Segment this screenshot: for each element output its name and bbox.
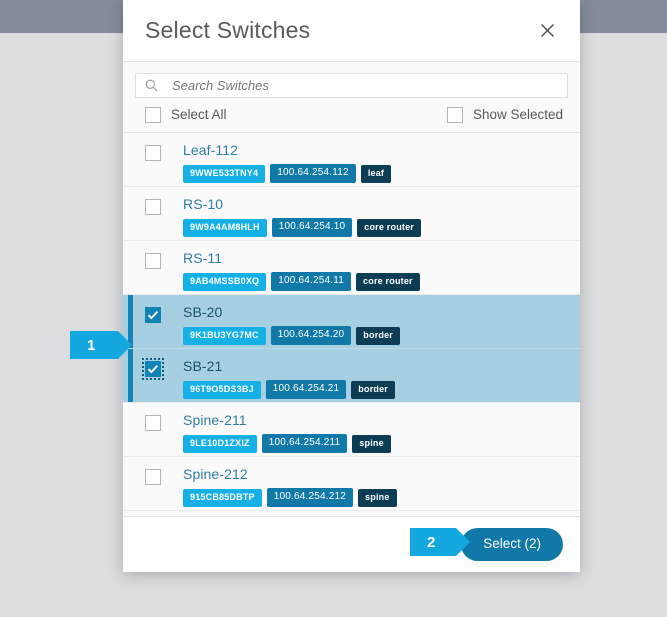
switch-info: Spine-212 915CB85DBTP 100.64.254.212 spi… [183, 466, 397, 507]
switch-name: SB-20 [183, 304, 223, 320]
switch-list-item[interactable]: RS-10 9W9A4AM8HLH 100.64.254.10 core rou… [123, 187, 580, 241]
dialog-header: Select Switches [123, 0, 580, 62]
switch-badges: 9WWE533TNY4 100.64.254.112 leaf [183, 164, 392, 183]
serial-badge: 915CB85DBTP [183, 488, 262, 507]
switch-name: RS-11 [183, 250, 223, 266]
switch-badges: 9W9A4AM8HLH 100.64.254.10 core router [183, 218, 421, 237]
select-all-label: Select All [171, 107, 227, 123]
ip-badge: 100.64.254.112 [270, 164, 356, 183]
switch-info: RS-10 9W9A4AM8HLH 100.64.254.10 core rou… [183, 196, 421, 237]
search-input[interactable] [159, 73, 559, 98]
switch-info: Leaf-112 9WWE533TNY4 100.64.254.112 leaf [183, 142, 392, 183]
select-switches-dialog: Select Switches Select All Show [123, 0, 580, 572]
switch-badges: 96T9O5DS3BJ 100.64.254.21 border [183, 380, 395, 399]
switch-checkbox[interactable] [145, 469, 161, 485]
role-badge: border [356, 326, 400, 345]
serial-badge: 9AB4MSSB0XQ [183, 272, 267, 291]
switch-list-item[interactable]: Spine-212 915CB85DBTP 100.64.254.212 spi… [123, 457, 580, 511]
switch-list[interactable]: Leaf-112 9WWE533TNY4 100.64.254.112 leaf… [123, 133, 580, 516]
serial-badge: 9W9A4AM8HLH [183, 218, 267, 237]
ip-badge: 100.64.254.11 [271, 272, 352, 291]
switch-list-item[interactable]: RS-11 9AB4MSSB0XQ 100.64.254.11 core rou… [123, 241, 580, 295]
switch-badges: 9AB4MSSB0XQ 100.64.254.11 core router [183, 272, 420, 291]
dialog-footer: Select (2) [123, 516, 580, 572]
switch-badges: 9LE10D1ZXIZ 100.64.254.211 spine [183, 434, 391, 453]
switch-list-item[interactable]: Spine-211 9LE10D1ZXIZ 100.64.254.211 spi… [123, 403, 580, 457]
switch-info: SB-21 96T9O5DS3BJ 100.64.254.21 border [183, 358, 395, 399]
list-toggles-row: Select All Show Selected [123, 98, 580, 133]
role-badge: leaf [360, 164, 392, 183]
show-selected-toggle[interactable]: Show Selected [446, 107, 563, 123]
switch-name: Leaf-112 [183, 142, 239, 158]
switch-name: SB-21 [183, 358, 223, 374]
ip-badge: 100.64.254.212 [266, 488, 354, 507]
role-badge: spine [352, 434, 391, 453]
select-all-toggle[interactable]: Select All [145, 107, 227, 123]
show-selected-label: Show Selected [472, 107, 563, 123]
close-icon[interactable] [535, 19, 559, 43]
switch-list-item[interactable]: SB-20 9K1BU3YG7MC 100.64.254.20 border [123, 295, 580, 349]
switch-name: Spine-212 [183, 466, 248, 482]
switch-checkbox[interactable] [145, 307, 161, 323]
switch-checkbox[interactable] [145, 145, 161, 161]
serial-badge: 9WWE533TNY4 [183, 164, 266, 183]
ip-badge: 100.64.254.20 [270, 326, 352, 345]
switch-checkbox[interactable] [145, 253, 161, 269]
role-badge: core router [356, 272, 420, 291]
select-button[interactable]: Select (2) [461, 528, 563, 561]
switch-list-item[interactable]: SB-21 96T9O5DS3BJ 100.64.254.21 border [123, 349, 580, 403]
callout-number: 2 [427, 533, 436, 551]
switch-name: Spine-211 [183, 412, 247, 428]
serial-badge: 96T9O5DS3BJ [183, 380, 261, 399]
switch-badges: 9K1BU3YG7MC 100.64.254.20 border [183, 326, 400, 345]
callout-marker-2: 2 [410, 528, 470, 556]
role-badge: spine [358, 488, 397, 507]
switch-checkbox[interactable] [145, 415, 161, 431]
switch-list-item[interactable]: Leaf-112 9WWE533TNY4 100.64.254.112 leaf [123, 133, 580, 187]
page-title: Select Switches [145, 17, 311, 43]
switch-checkbox[interactable] [145, 199, 161, 215]
switch-checkbox[interactable] [142, 358, 164, 380]
serial-badge: 9LE10D1ZXIZ [183, 434, 257, 453]
callout-number: 1 [87, 336, 96, 354]
role-badge: border [351, 380, 395, 399]
search-box[interactable] [135, 73, 568, 98]
ip-badge: 100.64.254.10 [271, 218, 353, 237]
ip-badge: 100.64.254.21 [265, 380, 347, 399]
callout-marker-1: 1 [70, 331, 132, 359]
switch-name: RS-10 [183, 196, 224, 212]
search-icon [144, 78, 159, 93]
search-area [123, 62, 580, 98]
show-selected-checkbox[interactable] [446, 107, 463, 123]
role-badge: core router [357, 218, 421, 237]
switch-info: SB-20 9K1BU3YG7MC 100.64.254.20 border [183, 304, 400, 345]
switch-badges: 915CB85DBTP 100.64.254.212 spine [183, 488, 397, 507]
select-all-checkbox[interactable] [145, 107, 161, 123]
serial-badge: 9K1BU3YG7MC [183, 326, 266, 345]
switch-info: Spine-211 9LE10D1ZXIZ 100.64.254.211 spi… [183, 412, 391, 453]
ip-badge: 100.64.254.211 [261, 434, 348, 453]
switch-info: RS-11 9AB4MSSB0XQ 100.64.254.11 core rou… [183, 250, 420, 291]
